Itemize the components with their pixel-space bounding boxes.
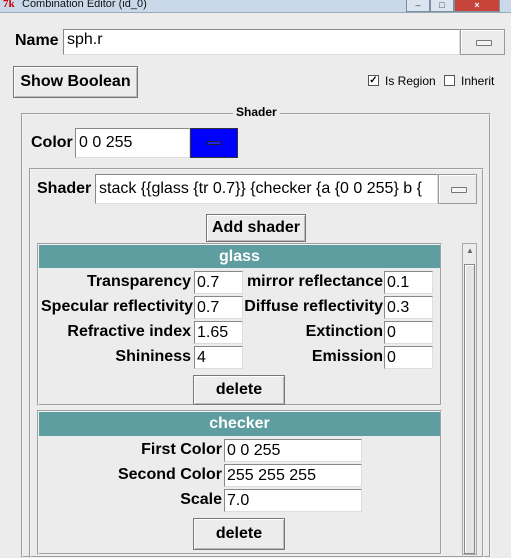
transparency-label: Transparency [86,273,191,290]
extinction-label: Extinction [305,323,383,340]
color-swatch-button[interactable] [190,128,238,158]
name-input[interactable]: sph.r [63,29,460,55]
shader-menu-button[interactable] [438,174,477,204]
inherit-check-icon[interactable] [444,75,455,86]
name-menu-button[interactable] [460,29,505,55]
checker-delete-button[interactable]: delete [193,518,285,550]
menu-indicator-icon [207,141,221,145]
checker-title: checker [39,412,440,436]
close-icon[interactable]: × [454,0,500,12]
glass-delete-button[interactable]: delete [193,375,285,405]
specular-reflectivity-label: Specular reflectivity [41,298,194,315]
shininess-input[interactable]: 4 [194,346,243,369]
add-shader-button[interactable]: Add shader [206,214,306,242]
second-color-label: Second Color [117,466,222,483]
shader-frame-title: Shader [233,105,280,119]
first-color-label: First Color [141,441,222,458]
diffuse-reflectivity-label: Diffuse reflectivity [244,298,383,315]
shader-string-input[interactable]: stack {{glass {tr 0.7}} {checker {a {0 0… [95,174,438,204]
extinction-input[interactable]: 0 [384,321,433,344]
emission-label: Emission [311,348,383,365]
show-boolean-button[interactable]: Show Boolean [13,66,138,98]
window-titlebar: 7k Combination Editor (id_0) – □ × [0,0,511,13]
refractive-index-input[interactable]: 1.65 [194,321,243,344]
tk-logo-icon: 7k [3,0,15,10]
emission-input[interactable]: 0 [384,346,433,369]
is-region-checkbox[interactable]: ✓ Is Region [364,72,437,92]
window-title: Combination Editor (id_0) [22,0,147,10]
scale-input[interactable]: 7.0 [224,489,362,512]
is-region-check-icon[interactable]: ✓ [368,75,379,86]
name-label: Name [15,32,59,49]
inherit-label: Inherit [461,74,495,88]
glass-title: glass [39,245,440,268]
shader-label: Shader [37,180,92,197]
maximize-icon[interactable]: □ [430,0,454,12]
mirror-reflectance-label: mirror reflectance [246,273,383,290]
color-input[interactable]: 0 0 255 [75,128,190,158]
second-color-input[interactable]: 255 255 255 [224,464,362,487]
scroll-up-icon[interactable]: ▲ [466,246,474,255]
scale-label: Scale [180,491,222,508]
menu-indicator-icon [475,40,492,46]
inherit-checkbox[interactable]: Inherit [440,72,500,92]
specular-reflectivity-input[interactable]: 0.7 [194,296,243,319]
shininess-label: Shininess [115,348,191,365]
color-label: Color [31,134,73,151]
refractive-index-label: Refractive index [67,323,191,340]
mirror-reflectance-input[interactable]: 0.1 [384,271,433,294]
scrollbar-thumb[interactable] [464,264,475,554]
first-color-input[interactable]: 0 0 255 [224,439,362,462]
transparency-input[interactable]: 0.7 [194,271,243,294]
diffuse-reflectivity-input[interactable]: 0.3 [384,296,433,319]
shader-scrollbar[interactable]: ▲ [462,243,477,555]
is-region-label: Is Region [385,74,436,88]
menu-indicator-icon [450,187,467,193]
minimize-icon[interactable]: – [406,0,430,12]
